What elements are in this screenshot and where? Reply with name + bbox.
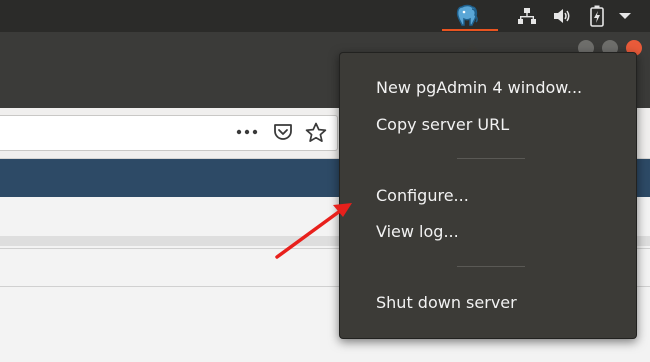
- desktop-screenshot: New pgAdmin 4 window... Copy server URL …: [0, 0, 650, 362]
- annotation-arrow: [275, 203, 352, 259]
